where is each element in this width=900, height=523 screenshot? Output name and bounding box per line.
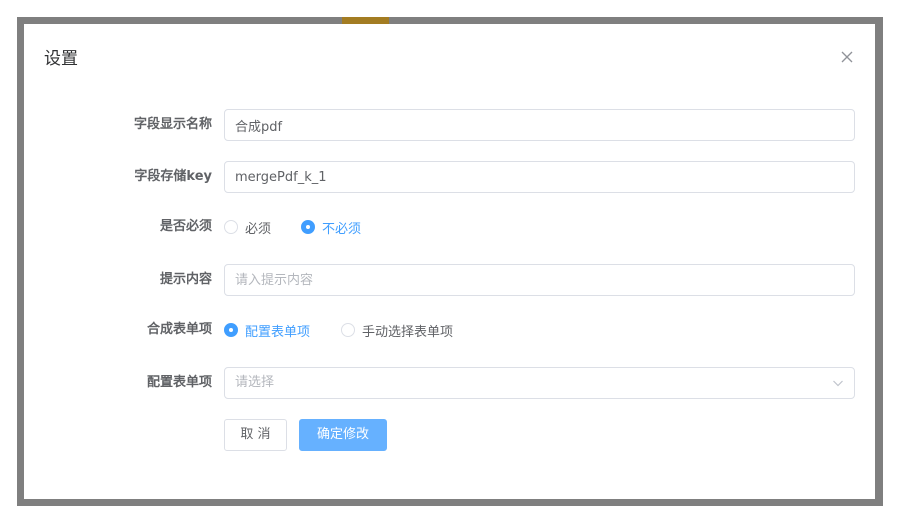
radio-circle-icon [224, 220, 238, 234]
radio-required-label: 必须 [245, 221, 272, 237]
form-row-required: 是否必须 必须 不必须 [24, 211, 875, 243]
radio-circle-icon [301, 220, 316, 234]
radio-circle-icon [224, 323, 238, 337]
radio-circle-icon [341, 323, 356, 337]
display-name-label: 字段显示名称 [133, 117, 212, 132]
chevron-down-icon [832, 377, 844, 389]
config-items-select[interactable]: 请选择 [224, 367, 855, 399]
settings-dialog: 设置 字段显示名称 字段存储key 是否必须 必须 不必须 提示内容 [24, 24, 875, 499]
cancel-button[interactable]: 取 消 [224, 419, 287, 451]
select-placeholder: 请选择 [235, 375, 275, 390]
close-icon [841, 51, 853, 63]
hint-input[interactable] [224, 264, 855, 296]
radio-manual-select-label: 手动选择表单项 [362, 324, 454, 340]
config-items-label: 配置表单项 [146, 375, 212, 390]
hint-label: 提示内容 [159, 272, 212, 287]
form-row-hint: 提示内容 [24, 264, 875, 296]
required-label: 是否必须 [159, 219, 212, 234]
radio-not-required[interactable]: 不必须 [301, 218, 361, 237]
dialog-title: 设置 [44, 49, 78, 69]
form-row-merge-items: 合成表单项 配置表单项 手动选择表单项 [24, 314, 875, 346]
close-button[interactable] [836, 46, 858, 68]
merge-items-radio-group: 配置表单项 手动选择表单项 [224, 314, 453, 346]
form-row-display-name: 字段显示名称 [24, 109, 875, 141]
merge-items-label: 合成表单项 [146, 322, 212, 337]
radio-config-items-label: 配置表单项 [245, 324, 311, 340]
radio-not-required-label: 不必须 [322, 221, 362, 237]
form-row-storage-key: 字段存储key [24, 161, 875, 193]
radio-config-items[interactable]: 配置表单项 [224, 321, 310, 340]
form-row-config-items: 配置表单项 请选择 [24, 367, 875, 399]
required-radio-group: 必须 不必须 [224, 211, 361, 243]
radio-manual-select[interactable]: 手动选择表单项 [341, 321, 453, 340]
radio-required[interactable]: 必须 [224, 218, 271, 237]
storage-key-input[interactable] [224, 161, 855, 193]
confirm-button[interactable]: 确定修改 [299, 419, 387, 451]
storage-key-label: 字段存储key [134, 169, 212, 184]
display-name-input[interactable] [224, 109, 855, 141]
